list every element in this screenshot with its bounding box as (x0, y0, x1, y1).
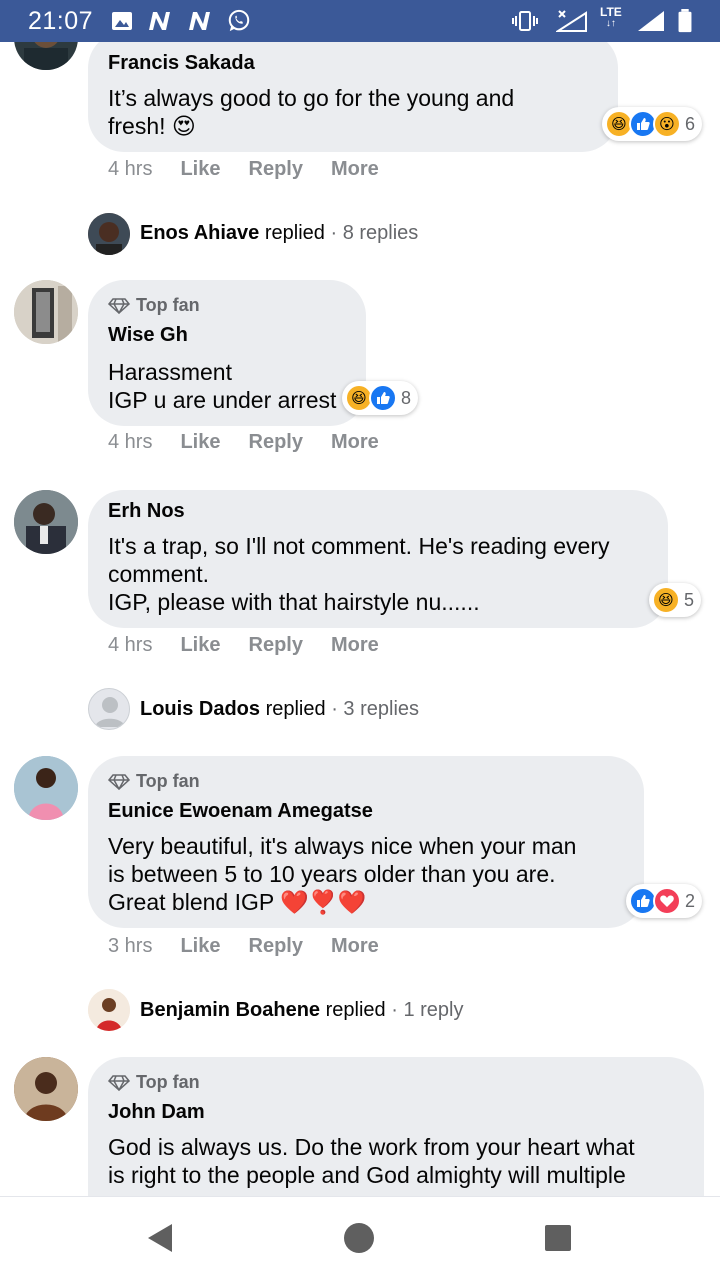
avatar[interactable] (14, 490, 78, 554)
avatar[interactable] (88, 213, 130, 255)
reply-count: 8 replies (342, 222, 419, 244)
avatar[interactable] (88, 688, 130, 730)
back-icon[interactable] (146, 1223, 174, 1253)
avatar[interactable] (14, 1057, 78, 1121)
comment-text: Very beautiful, it's always nice when yo… (108, 833, 577, 915)
more-button[interactable]: More (331, 634, 379, 657)
reaction-summary[interactable]: 2 (626, 884, 703, 918)
more-button[interactable]: More (331, 158, 379, 181)
comment-author[interactable]: Eunice Ewoenam Amegatse (108, 800, 373, 823)
comment-author[interactable]: Wise Gh (108, 324, 188, 347)
reply-verb: replied (325, 999, 386, 1021)
comment-bubble: Top fan John Dam God is always us. Do th… (88, 1057, 704, 1196)
status-bar: 21:07 LTE ↓↑ (0, 0, 720, 42)
reply-separator: · (330, 222, 338, 244)
top-fan-label: Top fan (136, 295, 200, 315)
top-fan-badge: Top fan (108, 295, 200, 316)
comment-bubble: Top fan Eunice Ewoenam Amegatse Very bea… (88, 756, 644, 928)
wow-reaction-icon: 😮 (653, 110, 681, 138)
vibrate-icon (512, 11, 538, 31)
comment-bubble: Top fan Wise Gh Harassment IGP u are und… (88, 280, 366, 426)
comment-actions: 4 hrs Like Reply More (108, 634, 407, 657)
love-reaction-icon (653, 887, 681, 915)
recents-icon[interactable] (545, 1225, 571, 1251)
reply-button[interactable]: Reply (249, 634, 303, 657)
reply-count: 1 reply (403, 999, 464, 1021)
comment-author[interactable]: John Dam (108, 1101, 205, 1124)
comment-text: It’s always good to go for the young and… (108, 85, 515, 139)
comment-actions: 4 hrs Like Reply More (108, 158, 407, 181)
top-fan-label: Top fan (136, 771, 200, 791)
network-label: LTE (600, 5, 622, 19)
view-replies-link[interactable]: Enos Ahiave replied · 8 replies (140, 222, 418, 245)
reaction-summary[interactable]: 😆 8 (342, 381, 419, 415)
comment-time: 4 hrs (108, 634, 153, 656)
reaction-count: 6 (685, 113, 696, 134)
signal-icon (638, 11, 664, 31)
avatar[interactable] (14, 42, 78, 70)
comment-time: 3 hrs (108, 935, 153, 957)
like-reaction-icon (369, 384, 397, 412)
comment-text: Harassment IGP u are under arrest (108, 359, 337, 413)
status-time: 21:07 (28, 7, 94, 35)
avatar[interactable] (14, 280, 78, 344)
comments-feed[interactable]: Francis Sakada It’s always good to go fo… (0, 42, 720, 1196)
reply-button[interactable]: Reply (249, 431, 303, 454)
avatar[interactable] (14, 756, 78, 820)
like-button[interactable]: Like (180, 634, 220, 657)
view-replies-link[interactable]: Louis Dados replied · 3 replies (140, 698, 419, 721)
home-icon[interactable] (343, 1222, 375, 1254)
android-nav-bar (0, 1196, 720, 1280)
reply-separator: · (331, 698, 338, 720)
top-fan-badge: Top fan (108, 1072, 200, 1093)
reply-author: Enos Ahiave (140, 222, 260, 244)
top-fan-label: Top fan (136, 1072, 200, 1092)
default-avatar-icon (95, 697, 125, 727)
avatar[interactable] (88, 989, 130, 1031)
battery-icon (678, 9, 692, 33)
reaction-summary[interactable]: 😆 😮 6 (602, 107, 703, 141)
like-button[interactable]: Like (180, 158, 220, 181)
like-button[interactable]: Like (180, 431, 220, 454)
reaction-count: 2 (685, 890, 696, 911)
comment-author[interactable]: Francis Sakada (108, 52, 255, 75)
comment-author[interactable]: Erh Nos (108, 500, 185, 523)
n-icon (189, 12, 210, 30)
reply-author: Benjamin Boahene (140, 999, 321, 1021)
image-icon (112, 12, 132, 30)
reply-button[interactable]: Reply (249, 158, 303, 181)
comment-bubble: Erh Nos It's a trap, so I'll not comment… (88, 490, 668, 628)
reaction-count: 5 (684, 589, 695, 610)
reply-verb: replied (264, 222, 325, 244)
top-fan-badge: Top fan (108, 771, 200, 792)
laugh-reaction-icon: 😆 (652, 586, 680, 614)
like-button[interactable]: Like (180, 935, 220, 958)
diamond-icon (108, 297, 130, 314)
more-button[interactable]: More (331, 431, 379, 454)
reaction-summary[interactable]: 😆 5 (649, 583, 702, 617)
n-icon (149, 12, 170, 30)
reply-author: Louis Dados (140, 698, 261, 720)
whatsapp-icon (228, 9, 250, 32)
signal-x-icon (556, 10, 587, 32)
view-replies-link[interactable]: Benjamin Boahene replied · 1 reply (140, 999, 463, 1022)
reply-count: 3 replies (343, 698, 420, 720)
more-button[interactable]: More (331, 935, 379, 958)
comment-time: 4 hrs (108, 158, 153, 180)
reply-button[interactable]: Reply (249, 935, 303, 958)
reply-verb: replied (265, 698, 326, 720)
comment-actions: 3 hrs Like Reply More (108, 935, 407, 958)
reaction-count: 8 (401, 387, 412, 408)
reply-separator: · (391, 999, 398, 1021)
comment-text: It's a trap, so I'll not comment. He's r… (108, 533, 610, 615)
diamond-icon (108, 773, 130, 790)
comment-text: God is always us. Do the work from your … (108, 1134, 635, 1188)
comment-bubble: Francis Sakada It’s always good to go fo… (88, 42, 618, 152)
comment-time: 4 hrs (108, 431, 153, 453)
comment-actions: 4 hrs Like Reply More (108, 431, 407, 454)
lte-icon: LTE ↓↑ (600, 5, 622, 29)
diamond-icon (108, 1074, 130, 1091)
